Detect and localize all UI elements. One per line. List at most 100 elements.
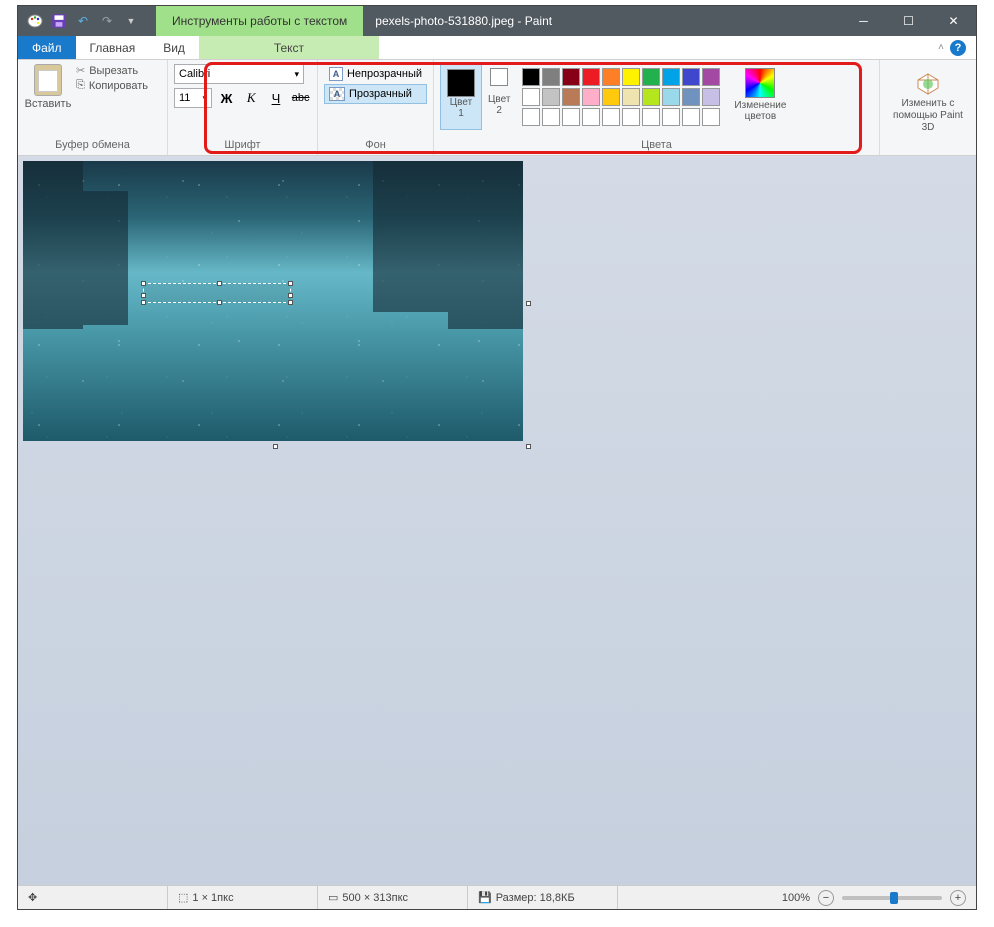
slider-thumb[interactable] (890, 892, 898, 904)
edit-colors-button[interactable]: Изменение цветов (726, 64, 794, 130)
color-swatch[interactable] (582, 108, 600, 126)
tab-file[interactable]: Файл (18, 36, 76, 59)
color-swatch[interactable] (622, 68, 640, 86)
canvas-resize-handle[interactable] (526, 301, 531, 306)
color1-button[interactable]: Цвет 1 (440, 64, 482, 130)
color-swatch[interactable] (662, 108, 680, 126)
resize-handle[interactable] (141, 293, 146, 298)
status-canvas-size: ▭500 × 313пкс (318, 886, 468, 909)
color-palette (516, 64, 726, 130)
color-swatch[interactable] (682, 88, 700, 106)
minimize-button[interactable]: ─ (841, 6, 886, 36)
save-icon[interactable] (50, 12, 68, 30)
resize-handle[interactable] (141, 281, 146, 286)
color-swatch[interactable] (662, 88, 680, 106)
color-swatch[interactable] (562, 108, 580, 126)
bold-button[interactable]: Ж (216, 88, 237, 108)
chevron-down-icon: ▾ (294, 69, 299, 80)
paint3d-icon[interactable] (914, 70, 942, 98)
color-swatch[interactable] (622, 88, 640, 106)
color-swatch[interactable] (542, 88, 560, 106)
color-swatch[interactable] (562, 68, 580, 86)
canvas-image[interactable] (23, 161, 523, 441)
color-swatch[interactable] (522, 88, 540, 106)
zoom-in-button[interactable]: + (950, 890, 966, 906)
color-swatch[interactable] (702, 68, 720, 86)
zoom-slider[interactable] (842, 896, 942, 900)
qat-dropdown-icon[interactable]: ▼ (122, 12, 140, 30)
canvas-area[interactable] (18, 156, 976, 885)
color-swatch[interactable] (642, 68, 660, 86)
paste-button[interactable]: Вставить (24, 64, 72, 110)
color-swatch[interactable] (562, 88, 580, 106)
zoom-controls: 100% − + (772, 890, 976, 906)
opaque-icon: A (329, 67, 343, 81)
strikethrough-button[interactable]: abc (290, 88, 311, 108)
color-swatch[interactable] (622, 108, 640, 126)
color-swatch[interactable] (542, 108, 560, 126)
redo-icon[interactable]: ↷ (98, 12, 116, 30)
underline-button[interactable]: Ч (266, 88, 287, 108)
canvas-resize-handle[interactable] (526, 444, 531, 449)
font-name-select[interactable]: Calibri▾ (174, 64, 304, 84)
color-swatch[interactable] (642, 108, 660, 126)
tab-home[interactable]: Главная (76, 36, 150, 59)
opaque-option[interactable]: AНепрозрачный (324, 64, 427, 84)
disk-icon: 💾 (478, 891, 492, 904)
background-group-label: Фон (324, 137, 427, 151)
maximize-button[interactable]: ☐ (886, 6, 931, 36)
background-group: AНепрозрачный AПрозрачный Фон (318, 60, 434, 155)
quick-access-toolbar: ↶ ↷ ▼ (18, 12, 148, 30)
window-controls: ─ ☐ ✕ (841, 6, 976, 36)
palette-row-3 (522, 108, 720, 126)
resize-handle[interactable] (141, 300, 146, 305)
resize-handle[interactable] (288, 300, 293, 305)
tab-view[interactable]: Вид (149, 36, 199, 59)
text-input-box[interactable] (143, 283, 291, 303)
color-swatch[interactable] (542, 68, 560, 86)
font-size-select[interactable]: 11▾ (174, 88, 212, 108)
color-swatch[interactable] (582, 68, 600, 86)
statusbar: ✥ ⬚1 × 1пкс ▭500 × 313пкс 💾Размер: 18,8К… (18, 885, 976, 909)
color-swatch[interactable] (642, 88, 660, 106)
color-swatch[interactable] (682, 68, 700, 86)
palette-row-1 (522, 68, 720, 86)
titlebar: ↶ ↷ ▼ Инструменты работы с текстом pexel… (18, 6, 976, 36)
color-swatch[interactable] (682, 108, 700, 126)
color-swatch[interactable] (602, 108, 620, 126)
clipboard-icon (34, 64, 62, 96)
color-swatch[interactable] (702, 88, 720, 106)
selection-icon: ⬚ (178, 891, 188, 904)
close-button[interactable]: ✕ (931, 6, 976, 36)
color-swatch[interactable] (522, 108, 540, 126)
paint3d-group: Изменить с помощью Paint 3D (880, 60, 976, 155)
italic-button[interactable]: К (241, 88, 262, 108)
canvas-resize-handle[interactable] (273, 444, 278, 449)
color-swatch[interactable] (522, 68, 540, 86)
color2-button[interactable]: Цвет 2 (482, 64, 516, 130)
transparent-option[interactable]: AПрозрачный (324, 84, 427, 104)
resize-handle[interactable] (217, 281, 222, 286)
transparent-icon: A (329, 87, 345, 101)
undo-icon[interactable]: ↶ (74, 12, 92, 30)
color-swatch[interactable] (602, 68, 620, 86)
paint3d-label: Изменить с помощью Paint 3D (886, 98, 970, 134)
help-icon[interactable]: ? (950, 40, 966, 56)
tab-text[interactable]: Текст (199, 36, 379, 59)
chevron-down-icon: ▾ (203, 93, 208, 104)
resize-handle[interactable] (288, 281, 293, 286)
collapse-ribbon-icon[interactable]: ˄ (938, 42, 944, 53)
window-title: pexels-photo-531880.jpeg - Paint (375, 14, 552, 28)
paint-app-icon (26, 12, 44, 30)
zoom-out-button[interactable]: − (818, 890, 834, 906)
resize-handle[interactable] (217, 300, 222, 305)
resize-handle[interactable] (288, 293, 293, 298)
cut-button[interactable]: ✂Вырезать (76, 64, 148, 77)
status-filesize: 💾Размер: 18,8КБ (468, 886, 618, 909)
zoom-level: 100% (782, 892, 810, 904)
color-swatch[interactable] (702, 108, 720, 126)
color-swatch[interactable] (662, 68, 680, 86)
color-swatch[interactable] (602, 88, 620, 106)
copy-button[interactable]: ⎘Копировать (76, 79, 148, 92)
color-swatch[interactable] (582, 88, 600, 106)
